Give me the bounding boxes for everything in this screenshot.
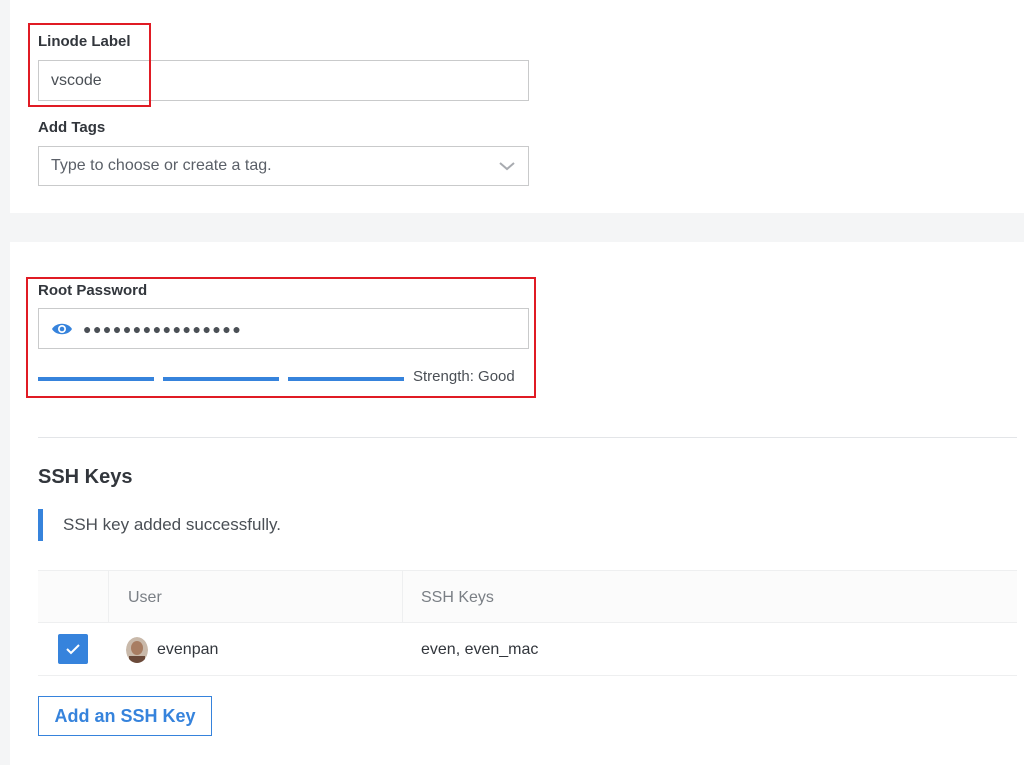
notice-text: SSH key added successfully. (63, 515, 281, 534)
ssh-keys-table: User SSH Keys evenpan even, even_mac (38, 570, 1017, 677)
add-ssh-key-button[interactable]: Add an SSH Key (38, 696, 212, 736)
checkmark-icon (66, 644, 80, 655)
table-row: evenpan even, even_mac (38, 623, 1017, 676)
column-header-ssh-keys: SSH Keys (421, 588, 494, 606)
strength-segment-1 (38, 377, 154, 381)
strength-segment-3 (288, 377, 404, 381)
ssh-key-success-notice: SSH key added successfully. (38, 509, 281, 541)
section-divider (38, 437, 1017, 438)
user-name: evenpan (157, 640, 219, 658)
column-separator (402, 571, 403, 624)
chevron-down-icon (499, 162, 515, 171)
add-tags-select[interactable]: Type to choose or create a tag. (38, 146, 529, 186)
add-tags-label: Add Tags (38, 119, 106, 136)
avatar (126, 636, 148, 663)
column-header-user: User (128, 588, 162, 606)
ssh-keys-title: SSH Keys (38, 466, 133, 488)
user-cell: evenpan (126, 623, 218, 676)
root-password-input[interactable]: ●●●●●●●●●●●●●●●● (38, 308, 529, 349)
notice-accent-bar (38, 509, 43, 541)
column-separator (108, 571, 109, 624)
password-strength-text: Strength: Good (413, 368, 515, 385)
root-password-value: ●●●●●●●●●●●●●●●● (83, 320, 243, 337)
add-tags-placeholder: Type to choose or create a tag. (51, 157, 272, 174)
linode-label-input[interactable] (38, 60, 529, 101)
table-header: User SSH Keys (38, 570, 1017, 624)
eye-icon[interactable] (51, 322, 73, 336)
user-checkbox[interactable] (58, 634, 88, 664)
root-password-label: Root Password (38, 282, 148, 299)
strength-segment-2 (163, 377, 279, 381)
ssh-keys-cell: even, even_mac (421, 640, 539, 658)
linode-label-label: Linode Label (38, 33, 131, 50)
